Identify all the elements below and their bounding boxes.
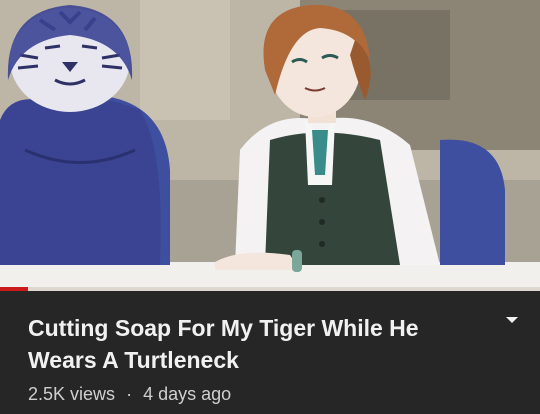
thumbnail-illustration [0,0,540,291]
video-title[interactable]: Cutting Soap For My Tiger While He Wears… [28,312,478,376]
upload-age: 4 days ago [143,384,232,404]
meta-separator: · [126,384,133,404]
chevron-down-icon[interactable] [500,312,524,328]
video-thumbnail[interactable] [0,0,540,291]
video-metadata: 2.5K views · 4 days ago [28,383,231,405]
view-count: 2.5K views [28,384,116,404]
